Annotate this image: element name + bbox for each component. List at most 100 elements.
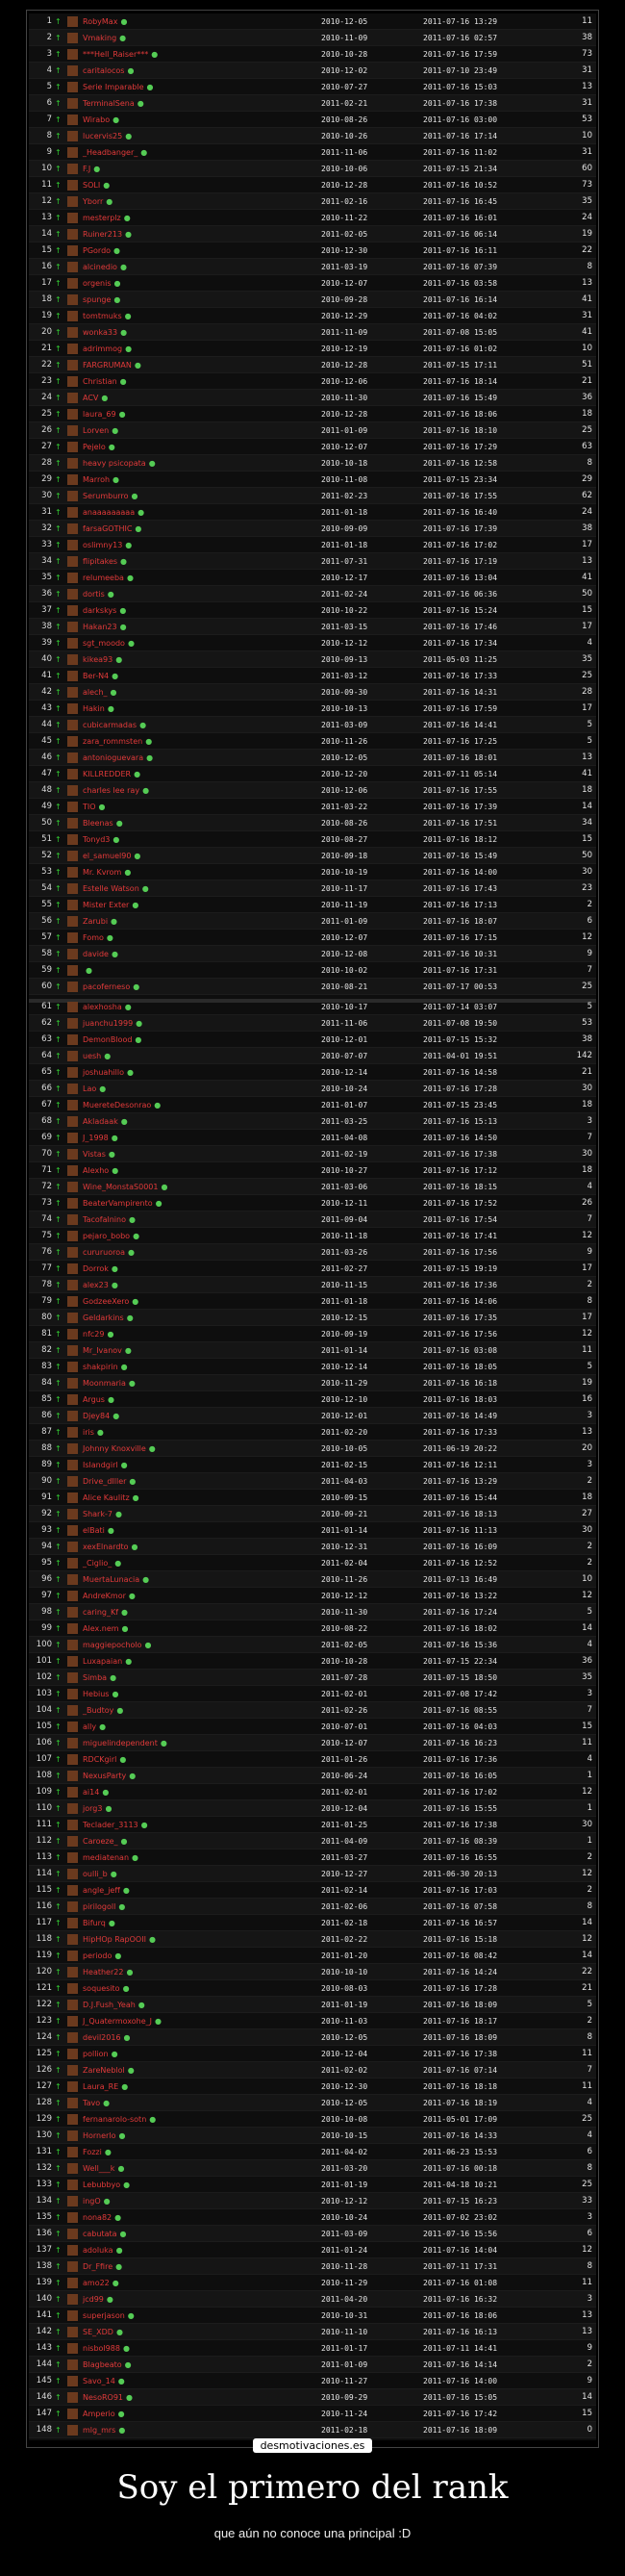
username-link[interactable]: ZareNeblol ● [83, 2062, 135, 2079]
username-link[interactable]: flipitakes ● [83, 553, 127, 570]
username-link[interactable]: RobyMax ● [83, 13, 127, 30]
username-link[interactable]: alexhosha ● [83, 999, 132, 1015]
username-link[interactable]: Christian ● [83, 373, 127, 390]
username-link[interactable]: relumeeba ● [83, 570, 134, 586]
username-link[interactable]: fernanarolo-sotn ● [83, 2111, 156, 2128]
username-link[interactable]: Geldarkins ● [83, 1310, 134, 1326]
username-link[interactable]: Mr. Kvrom ● [83, 864, 131, 880]
username-link[interactable]: oslimny13 ● [83, 537, 132, 553]
username-link[interactable]: Ruiner213 ● [83, 226, 132, 242]
username-link[interactable]: heavy psicopata ● [83, 455, 156, 472]
username-link[interactable]: ● [83, 962, 92, 979]
username-link[interactable]: pacoferneso ● [83, 979, 139, 995]
username-link[interactable]: J_Quatermoxohe_J ● [83, 2013, 162, 2029]
username-link[interactable]: FARGRUMAN ● [83, 357, 141, 373]
username-link[interactable]: Bleenas ● [83, 815, 123, 831]
username-link[interactable]: angle_jeff ● [83, 1882, 130, 1899]
username-link[interactable]: Hakin ● [83, 701, 114, 717]
username-link[interactable]: maggiepocholo ● [83, 1637, 151, 1653]
username-link[interactable]: Akladaak ● [83, 1113, 128, 1130]
username-link[interactable]: Laura_RE ● [83, 2079, 128, 2095]
username-link[interactable]: Mister Exter ● [83, 897, 138, 913]
username-link[interactable]: F.J ● [83, 161, 100, 177]
username-link[interactable]: Argus ● [83, 1391, 114, 1408]
username-link[interactable]: _Ciglio_ ● [83, 1555, 121, 1571]
username-link[interactable]: ingO ● [83, 2193, 111, 2209]
username-link[interactable]: Yborr ● [83, 193, 112, 210]
username-link[interactable]: nfc29 ● [83, 1326, 113, 1342]
username-link[interactable]: Alexho ● [83, 1162, 118, 1179]
username-link[interactable]: dortis ● [83, 586, 114, 602]
username-link[interactable]: shakpirin ● [83, 1359, 128, 1375]
username-link[interactable]: mediatenan ● [83, 1849, 138, 1866]
username-link[interactable]: Serumburro ● [83, 488, 138, 504]
username-link[interactable]: adoluka ● [83, 2242, 123, 2258]
username-link[interactable]: Dorrok ● [83, 1261, 118, 1277]
username-link[interactable]: Lorven ● [83, 422, 118, 439]
username-link[interactable]: AndreKmor ● [83, 1588, 136, 1604]
username-link[interactable]: PGordo ● [83, 242, 120, 259]
username-link[interactable]: Shark-7 ● [83, 1506, 122, 1522]
username-link[interactable]: TIO ● [83, 799, 106, 815]
username-link[interactable]: _Headbanger_ ● [83, 144, 147, 161]
username-link[interactable]: caring_Kf ● [83, 1604, 128, 1620]
username-link[interactable]: el_samuel90 ● [83, 848, 140, 864]
username-link[interactable]: J_1998 ● [83, 1130, 118, 1146]
username-link[interactable]: DemonBlood ● [83, 1032, 141, 1048]
username-link[interactable]: laura_69 ● [83, 406, 126, 422]
username-link[interactable]: cururuoroa ● [83, 1244, 135, 1261]
username-link[interactable]: Fomo ● [83, 930, 113, 946]
username-link[interactable]: pirilogoll ● [83, 1899, 125, 1915]
username-link[interactable]: Bifurq ● [83, 1915, 115, 1931]
username-link[interactable]: jorg3 ● [83, 1800, 112, 1817]
username-link[interactable]: MuertaLunacia ● [83, 1571, 149, 1588]
username-link[interactable]: sgt_moodo ● [83, 635, 135, 651]
username-link[interactable]: elBati ● [83, 1522, 114, 1539]
username-link[interactable]: ally ● [83, 1719, 106, 1735]
username-link[interactable]: Hakan23 ● [83, 619, 127, 635]
username-link[interactable]: caritalocos ● [83, 63, 134, 79]
username-link[interactable]: Simba ● [83, 1670, 116, 1686]
username-link[interactable]: devil2016 ● [83, 2029, 131, 2046]
username-link[interactable]: Lebubbyo ● [83, 2177, 130, 2193]
username-link[interactable]: amo22 ● [83, 2275, 119, 2291]
username-link[interactable]: NexusParty ● [83, 1768, 136, 1784]
username-link[interactable]: HipHOp RapOOII ● [83, 1931, 156, 1948]
username-link[interactable]: alex23 ● [83, 1277, 118, 1293]
username-link[interactable]: alech_ ● [83, 684, 117, 701]
username-link[interactable]: Djey84 ● [83, 1408, 119, 1424]
username-link[interactable]: Islandgirl ● [83, 1457, 128, 1473]
username-link[interactable]: Luxapaian ● [83, 1653, 132, 1670]
username-link[interactable]: darkskys ● [83, 602, 126, 619]
username-link[interactable]: kikea93 ● [83, 651, 122, 668]
username-link[interactable]: uesh ● [83, 1048, 111, 1064]
username-link[interactable]: lucervis25 ● [83, 128, 132, 144]
username-link[interactable]: TerminalSena ● [83, 95, 144, 112]
username-link[interactable]: Caroeze_ ● [83, 1833, 128, 1849]
username-link[interactable]: Johnny Knoxville ● [83, 1441, 156, 1457]
username-link[interactable]: zara_rommsten ● [83, 733, 152, 750]
username-link[interactable]: Pejelo ● [83, 439, 115, 455]
username-link[interactable]: orgenis ● [83, 275, 121, 292]
username-link[interactable]: periodo ● [83, 1948, 121, 1964]
username-link[interactable]: Lao ● [83, 1081, 106, 1097]
username-link[interactable]: Fozzi ● [83, 2144, 112, 2160]
username-link[interactable]: nisbol988 ● [83, 2340, 130, 2357]
username-link[interactable]: MuereteDesonrao ● [83, 1097, 161, 1113]
username-link[interactable]: Wirabo ● [83, 112, 119, 128]
username-link[interactable]: oulli_b ● [83, 1866, 117, 1882]
username-link[interactable]: Teclader_3113 ● [83, 1817, 148, 1833]
username-link[interactable]: Estelle Watson ● [83, 880, 149, 897]
username-link[interactable]: RDCKgirl ● [83, 1751, 126, 1768]
username-link[interactable]: soquesito ● [83, 1980, 130, 1997]
username-link[interactable]: Serie Imparable ● [83, 79, 154, 95]
username-link[interactable]: miguelindependent ● [83, 1735, 167, 1751]
username-link[interactable]: pollion ● [83, 2046, 118, 2062]
username-link[interactable]: Drive_dIller ● [83, 1473, 136, 1490]
username-link[interactable]: pejaro_bobo ● [83, 1228, 139, 1244]
username-link[interactable]: Zarubi ● [83, 913, 117, 930]
username-link[interactable]: SE_XDD ● [83, 2324, 123, 2340]
username-link[interactable]: KILLREDDER ● [83, 766, 140, 782]
username-link[interactable]: NesoRO91 ● [83, 2389, 133, 2406]
username-link[interactable]: davide ● [83, 946, 118, 962]
